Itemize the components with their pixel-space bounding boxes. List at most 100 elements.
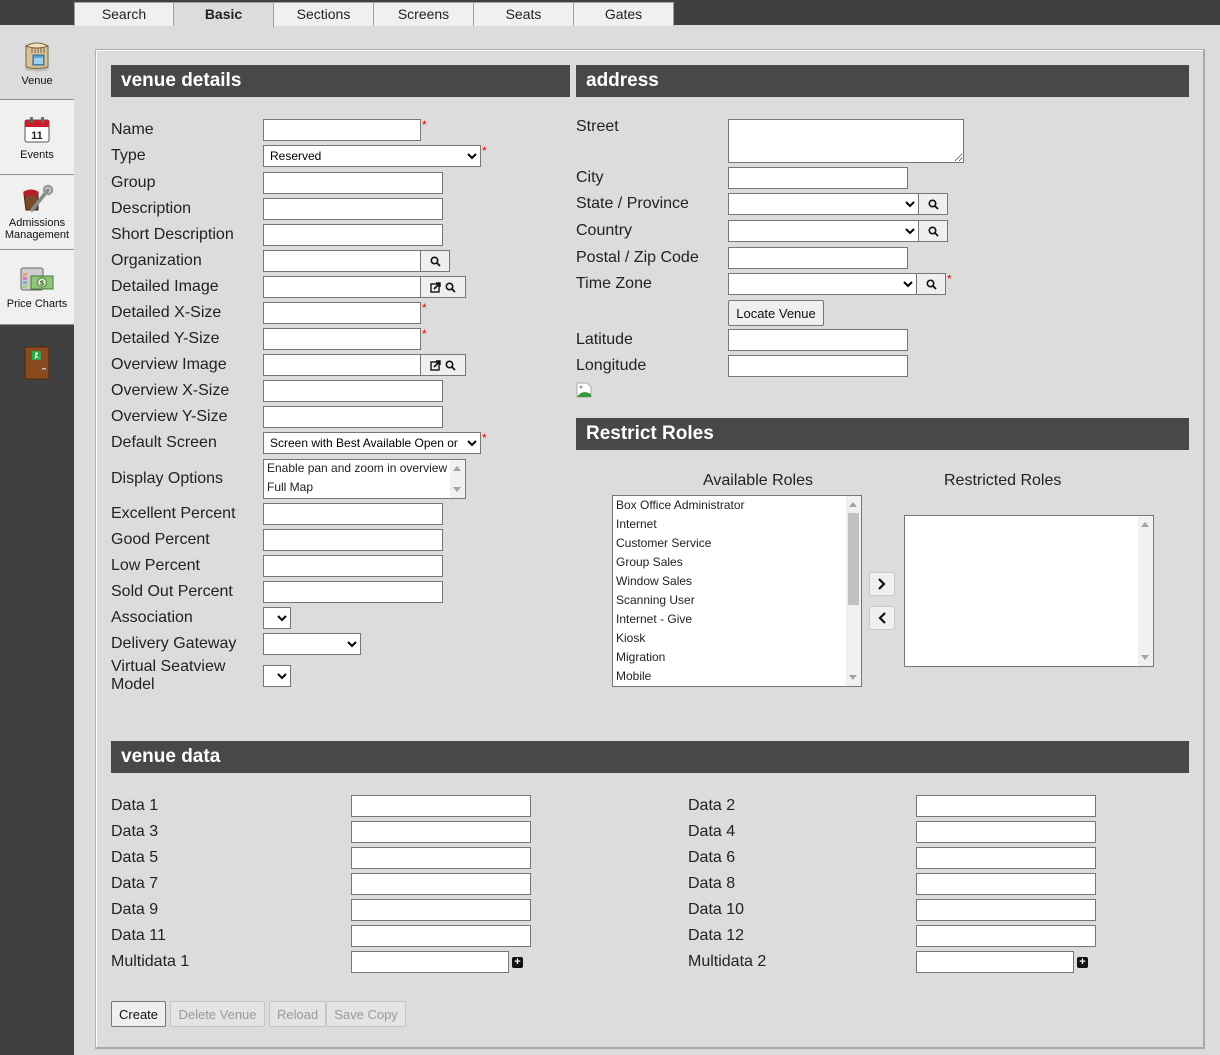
organization-search-button[interactable]: [420, 250, 450, 272]
exit-button[interactable]: [0, 325, 74, 400]
reload-button[interactable]: Reload: [269, 1001, 326, 1027]
state-search-button[interactable]: [918, 193, 948, 215]
data-7-input[interactable]: [351, 873, 531, 895]
data-2-label: Data 2: [688, 797, 736, 814]
street-textarea[interactable]: [728, 119, 964, 163]
scroll-down-icon[interactable]: [453, 487, 461, 492]
role-option[interactable]: Box Office Administrator: [613, 496, 861, 515]
sidebar-item-admissions-management[interactable]: Admissions Management: [0, 175, 74, 250]
scroll-up-icon[interactable]: [453, 466, 461, 471]
role-option[interactable]: Internet: [613, 515, 861, 534]
sidebar-item-price-charts[interactable]: $ Price Charts: [0, 250, 74, 325]
scrollbar[interactable]: [1138, 516, 1153, 666]
role-option[interactable]: Window Sales: [613, 572, 861, 591]
postal-code-input[interactable]: [728, 247, 908, 269]
detailed-y-size-input[interactable]: [263, 328, 421, 350]
add-multidata-1-icon[interactable]: +: [512, 957, 523, 968]
detailed-x-size-input[interactable]: [263, 302, 421, 324]
scroll-down-icon[interactable]: [849, 675, 857, 680]
data-11-input[interactable]: [351, 925, 531, 947]
overview-image-input[interactable]: [263, 354, 421, 376]
sold-out-percent-input[interactable]: [263, 581, 443, 603]
search-icon[interactable]: [445, 281, 456, 293]
role-option[interactable]: Group Sales: [613, 553, 861, 572]
data-1-input[interactable]: [351, 795, 531, 817]
name-input[interactable]: [263, 119, 421, 141]
data-12-label: Data 12: [688, 927, 745, 944]
data-2-input[interactable]: [916, 795, 1096, 817]
multidata-2-input[interactable]: [916, 951, 1074, 973]
display-options-listbox[interactable]: Enable pan and zoom in overview Full Map: [263, 459, 466, 499]
description-input[interactable]: [263, 198, 443, 220]
country-select[interactable]: [728, 220, 919, 242]
default-screen-select[interactable]: Screen with Best Available Open or Best …: [263, 432, 481, 454]
scroll-up-icon[interactable]: [849, 502, 857, 507]
restricted-roles-listbox[interactable]: [904, 515, 1154, 667]
excellent-percent-input[interactable]: [263, 503, 443, 525]
role-option[interactable]: Kiosk: [613, 629, 861, 648]
available-roles-listbox[interactable]: Box Office Administrator Internet Custom…: [612, 495, 862, 687]
data-4-input[interactable]: [916, 821, 1096, 843]
city-input[interactable]: [728, 167, 908, 189]
data-8-input[interactable]: [916, 873, 1096, 895]
low-percent-input[interactable]: [263, 555, 443, 577]
scrollbar[interactable]: [846, 496, 861, 686]
time-zone-select[interactable]: [728, 273, 917, 295]
country-search-button[interactable]: [918, 220, 948, 242]
display-option[interactable]: Full Map: [264, 478, 465, 496]
longitude-input[interactable]: [728, 355, 908, 377]
search-icon[interactable]: [445, 359, 456, 371]
role-option[interactable]: Internet - Give: [613, 610, 861, 629]
latitude-input[interactable]: [728, 329, 908, 351]
type-select[interactable]: Reserved: [263, 145, 481, 167]
delete-venue-button[interactable]: Delete Venue: [170, 1001, 265, 1027]
save-copy-button[interactable]: Save Copy: [326, 1001, 406, 1027]
data-12-input[interactable]: [916, 925, 1096, 947]
data-9-input[interactable]: [351, 899, 531, 921]
good-percent-input[interactable]: [263, 529, 443, 551]
time-zone-search-button[interactable]: [916, 273, 946, 295]
state-select[interactable]: [728, 193, 919, 215]
create-button[interactable]: Create: [111, 1001, 166, 1027]
multidata-1-input[interactable]: [351, 951, 509, 973]
tab-seats[interactable]: Seats: [474, 2, 574, 26]
add-role-button[interactable]: [869, 572, 895, 596]
tab-basic[interactable]: Basic: [174, 2, 274, 27]
delivery-gateway-select[interactable]: [263, 633, 361, 655]
open-external-icon[interactable]: [430, 359, 441, 371]
role-option[interactable]: Migration: [613, 648, 861, 667]
tab-search[interactable]: Search: [74, 2, 174, 26]
sidebar-item-venue[interactable]: Venue: [0, 25, 74, 100]
detailed-image-input[interactable]: [263, 276, 421, 298]
scrollbar[interactable]: [450, 460, 465, 498]
remove-role-button[interactable]: [869, 606, 895, 630]
scroll-down-icon[interactable]: [1141, 655, 1149, 660]
organization-input[interactable]: [263, 250, 421, 272]
display-option[interactable]: Enable pan and zoom in overview: [264, 460, 465, 478]
association-select[interactable]: [263, 607, 291, 629]
short-description-input[interactable]: [263, 224, 443, 246]
group-input[interactable]: [263, 172, 443, 194]
tab-gates[interactable]: Gates: [574, 2, 674, 26]
data-5-label: Data 5: [111, 849, 159, 866]
tab-sections[interactable]: Sections: [274, 2, 374, 26]
add-multidata-2-icon[interactable]: +: [1077, 957, 1088, 968]
data-10-input[interactable]: [916, 899, 1096, 921]
data-5-input[interactable]: [351, 847, 531, 869]
role-option[interactable]: Mobile: [613, 667, 861, 686]
overview-y-size-input[interactable]: [263, 406, 443, 428]
locate-venue-button[interactable]: Locate Venue: [728, 300, 824, 326]
sidebar-item-events[interactable]: 11 Events: [0, 100, 74, 175]
virtual-seatview-select[interactable]: [263, 665, 291, 687]
open-external-icon[interactable]: [430, 281, 441, 293]
scroll-thumb[interactable]: [848, 513, 859, 605]
virtual-seatview-label: Virtual Seatview Model: [111, 658, 225, 694]
role-option[interactable]: Customer Service: [613, 534, 861, 553]
role-option[interactable]: Scanning User: [613, 591, 861, 610]
overview-x-size-input[interactable]: [263, 380, 443, 402]
scroll-up-icon[interactable]: [1141, 522, 1149, 527]
tab-bar: Search Basic Sections Screens Seats Gate…: [74, 2, 674, 27]
tab-screens[interactable]: Screens: [374, 2, 474, 26]
data-3-input[interactable]: [351, 821, 531, 843]
data-6-input[interactable]: [916, 847, 1096, 869]
